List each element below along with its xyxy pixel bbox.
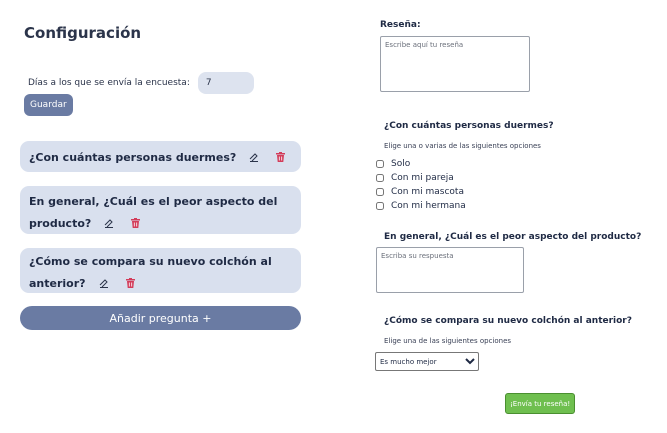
days-input[interactable] — [197, 72, 254, 94]
pencil-icon[interactable] — [104, 213, 114, 232]
review-label: Reseña: — [380, 20, 421, 30]
add-question-button[interactable]: Añadir pregunta + — [20, 306, 301, 330]
days-setting-row: Días a los que se envía la encuesta: — [28, 72, 254, 94]
question-text: ¿Con cuántas personas duermes? — [29, 151, 237, 164]
preview-question-title: ¿Con cuántas personas duermes? — [384, 121, 554, 131]
options-list: Solo Con mi pareja Con mi mascota Con mi… — [375, 157, 466, 213]
option-label: Solo — [391, 159, 411, 169]
question-card: ¿Con cuántas personas duermes? — [20, 141, 301, 172]
question-text: ¿Cómo se compara su nuevo colchón al ant… — [29, 255, 272, 290]
submit-review-button[interactable]: ¡Envía tu reseña! — [505, 393, 576, 414]
option-solo[interactable]: Solo — [375, 157, 466, 171]
preview-question-subtitle: Elige una o varias de las siguientes opc… — [384, 142, 541, 150]
trash-icon[interactable] — [131, 213, 141, 232]
option-checkbox[interactable] — [376, 174, 384, 182]
question-card: ¿Cómo se compara su nuevo colchón al ant… — [20, 248, 301, 293]
page-title: Configuración — [24, 24, 142, 42]
pencil-icon[interactable] — [249, 147, 259, 166]
option-label: Con mi hermana — [391, 201, 466, 211]
save-button[interactable]: Guardar — [24, 94, 73, 116]
question-card: En general, ¿Cuál es el peor aspecto del… — [20, 186, 301, 234]
option-label: Con mi pareja — [391, 173, 454, 183]
pencil-icon[interactable] — [99, 273, 109, 292]
trash-icon[interactable] — [276, 147, 286, 166]
option-pareja[interactable]: Con mi pareja — [375, 171, 466, 185]
answer-textarea[interactable] — [376, 247, 524, 293]
preview-question-subtitle: Elige una de las siguientes opciones — [384, 337, 512, 345]
option-checkbox[interactable] — [376, 188, 384, 196]
option-label: Con mi mascota — [391, 187, 464, 197]
question-text: En general, ¿Cuál es el peor aspecto del… — [29, 195, 278, 230]
trash-icon[interactable] — [125, 273, 135, 292]
days-label: Días a los que se envía la encuesta: — [28, 78, 190, 88]
preview-question-title: En general, ¿Cuál es el peor aspecto del… — [384, 232, 642, 242]
review-textarea[interactable] — [380, 36, 530, 92]
option-checkbox[interactable] — [376, 160, 384, 168]
option-hermana[interactable]: Con mi hermana — [375, 199, 466, 213]
preview-question-title: ¿Cómo se compara su nuevo colchón al ant… — [384, 316, 632, 326]
option-checkbox[interactable] — [376, 202, 384, 210]
option-mascota[interactable]: Con mi mascota — [375, 185, 466, 199]
comparison-select[interactable]: Es mucho mejor — [375, 352, 479, 371]
